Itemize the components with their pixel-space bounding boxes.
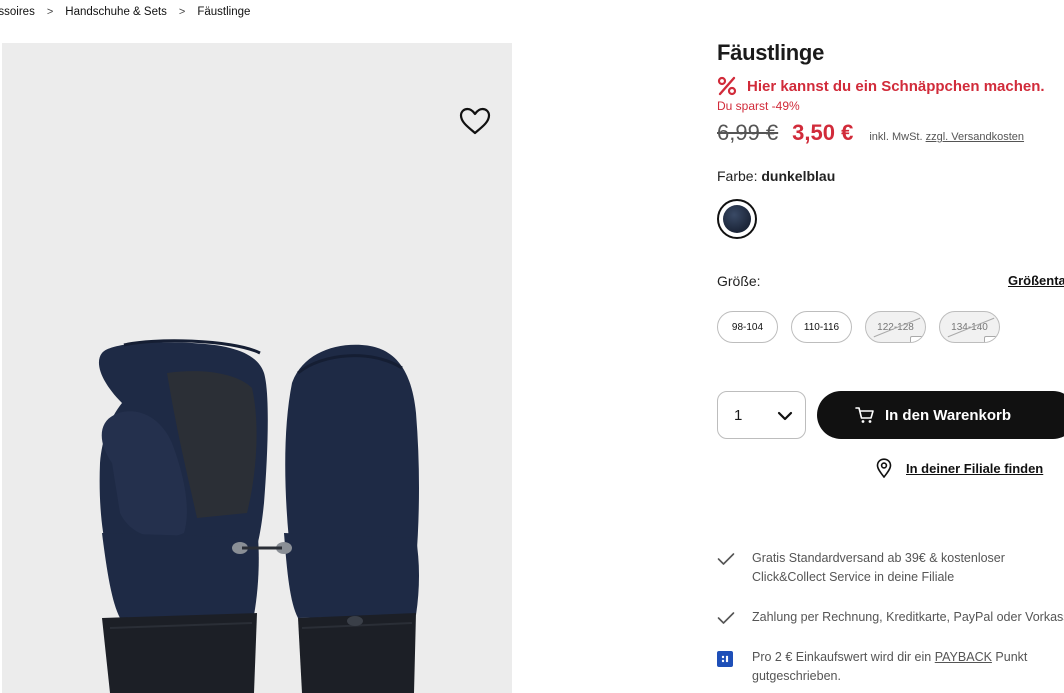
quantity-select[interactable]: 1 [717,391,806,439]
product-details: Fäustlinge Hier kannst du ein Schnäppche… [717,0,1064,693]
percent-icon [717,76,737,96]
cart-icon [855,407,874,423]
size-option-label: 110-116 [803,321,840,333]
color-swatch-dark-blue [723,205,751,233]
usp-payback-suffix: Punkt [995,650,1028,664]
usp-payback-prefix: Pro 2 € Einkaufswert wird dir ein [752,650,932,664]
tax-prefix: inkl. MwSt. [869,131,923,143]
tax-info: inkl. MwSt. zzgl. Versandkosten [869,131,1024,143]
color-row: Farbe: dunkelblau [717,168,835,184]
usp-payment: Zahlung per Rechnung, Kreditkarte, PayPa… [717,608,1064,627]
deal-text: Hier kannst du ein Schnäppchen machen. [747,77,1045,95]
find-in-store-label: In deiner Filiale finden [906,460,1044,476]
usp-payment-text: Zahlung per Rechnung, Kreditkarte, PayPa… [752,610,1064,624]
breadcrumb-item-gloves-sets[interactable]: Handschuhe & Sets [65,6,167,18]
breadcrumb-chevron-icon: > [46,6,54,18]
find-in-store-link[interactable]: In deiner Filiale finden [875,458,1043,478]
mail-icon [910,336,925,342]
location-pin-icon [876,458,892,478]
usp-payback: Pro 2 € Einkaufswert wird dir ein PAYBAC… [717,648,1027,686]
shipping-costs-link[interactable]: zzgl. Versandkosten [926,131,1024,143]
breadcrumb-chevron-icon: > [178,6,186,18]
size-option-label: 98-104 [731,321,764,333]
size-option-98-104[interactable]: 98-104 [717,311,778,343]
add-to-cart-label: In den Warenkorb [884,406,1012,424]
old-price: 6,99 € [717,120,779,145]
size-label: Größe: [717,273,761,289]
heart-icon[interactable] [458,106,492,136]
check-icon [717,553,735,565]
payback-link[interactable]: PAYBACK [935,650,992,664]
size-options: 98-104 110-116 122-128 134-140 [717,311,1013,343]
mittens-image [98,339,419,693]
usp-shipping-line2: Click&Collect Service in deine Filiale [752,570,955,584]
savings-text: Du sparst -49% [717,99,800,113]
quantity-value: 1 [734,406,743,424]
add-to-cart-button[interactable]: In den Warenkorb [817,391,1064,439]
payback-icon [717,651,733,667]
size-option-134-140[interactable]: 134-140 [939,311,1000,343]
deal-banner: Hier kannst du ein Schnäppchen machen. [717,76,1045,96]
color-swatch-selected[interactable] [717,199,757,239]
color-label: Farbe: [717,168,758,184]
check-icon [717,612,735,624]
usp-shipping-line1: Gratis Standardversand ab 39€ & kostenlo… [752,551,1005,565]
product-title: Fäustlinge [717,40,825,65]
breadcrumb-item-mittens[interactable]: Fäustlinge [197,6,250,18]
breadcrumb-item-accessoires[interactable]: essoires [0,6,35,18]
chevron-down-icon [777,411,793,421]
price-row: 6,99 € 3,50 € inkl. MwSt. zzgl. Versandk… [717,120,1024,146]
color-value: dunkelblau [761,168,836,184]
size-option-122-128[interactable]: 122-128 [865,311,926,343]
product-image[interactable] [2,43,512,693]
size-option-110-116[interactable]: 110-116 [791,311,852,343]
usp-shipping: Gratis Standardversand ab 39€ & kostenlo… [717,549,1005,587]
mail-icon [984,336,999,342]
size-chart-link[interactable]: Größentabelle [1008,273,1064,288]
breadcrumb: essoires > Handschuhe & Sets > Fäustling… [0,4,250,20]
usp-payback-line2: gutgeschrieben. [752,669,841,683]
sale-price: 3,50 € [792,120,854,145]
